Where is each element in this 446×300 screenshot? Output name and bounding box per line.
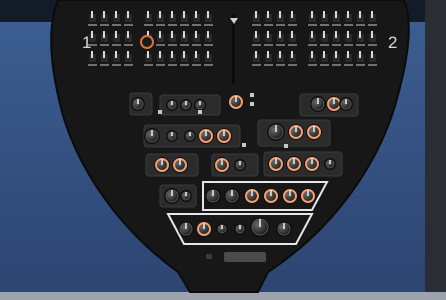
rotary-knob-icon[interactable] [339,97,353,111]
cockpit-view: 1 2 [0,0,446,300]
rotary-knob-icon[interactable] [164,188,180,204]
rotary-knob-icon[interactable] [304,156,320,172]
overhead-panel-scene: 1 2 [0,0,446,300]
rotary-knob-icon[interactable] [166,99,178,111]
bottom-glare [0,292,446,300]
rotary-knob-icon[interactable] [267,123,285,141]
panel-label-right: 2 [388,33,397,52]
rotary-knob-icon[interactable] [154,157,170,173]
indicator-light-icon [158,110,162,114]
rotary-knob-icon[interactable] [198,128,214,144]
rotary-knob-icon[interactable] [286,156,302,172]
rotary-knob-icon[interactable] [310,96,326,112]
indicator-light-icon [198,110,202,114]
rotary-knob-icon[interactable] [263,188,279,204]
rotary-knob-icon[interactable] [196,221,212,237]
indicator-light-icon [242,143,246,147]
rotary-knob-icon[interactable] [178,221,194,237]
rotary-knob-icon[interactable] [172,157,188,173]
rotary-knob-icon[interactable] [205,188,221,204]
rotary-knob-icon[interactable] [324,158,336,170]
rotary-knob-icon[interactable] [180,99,192,111]
rotary-knob-icon[interactable] [144,128,160,144]
rotary-knob-icon[interactable] [180,190,192,202]
rotary-knob-icon[interactable] [268,156,284,172]
rotary-knob-icon[interactable] [184,130,196,142]
bottom-placard [224,252,266,262]
rotary-knob-icon[interactable] [131,97,145,111]
indicator-light-icon [284,144,288,148]
right-window-frame [425,0,446,300]
rotary-knob-icon[interactable] [214,157,230,173]
rotary-knob-icon[interactable] [216,128,232,144]
rotary-knob-icon[interactable] [234,159,246,171]
rotary-knob-icon[interactable] [244,188,260,204]
indicator-light-icon [250,102,254,106]
rotary-knob-icon[interactable] [300,188,316,204]
rotary-knob-icon[interactable] [234,223,246,235]
rotary-knob-icon[interactable] [276,221,292,237]
rotary-knob-icon[interactable] [224,188,240,204]
small-screw [206,254,212,259]
rotary-knob-icon[interactable] [288,124,304,140]
rotary-knob-icon[interactable] [282,188,298,204]
center-divider [232,14,235,84]
rotary-knob-icon[interactable] [228,94,244,110]
rotary-knob-icon[interactable] [306,124,322,140]
red-knob-icon[interactable] [140,35,154,49]
rotary-knob-icon[interactable] [216,223,228,235]
rotary-knob-icon[interactable] [250,217,270,237]
rotary-knob-icon[interactable] [166,130,178,142]
indicator-light-icon [250,93,254,97]
rotary-knob-icon[interactable] [194,99,206,111]
